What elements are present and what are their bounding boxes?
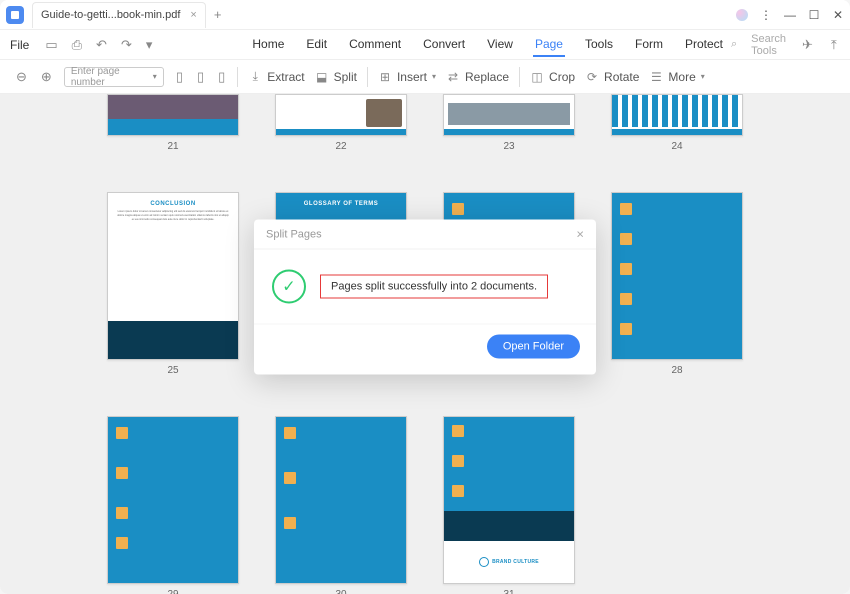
page-box-icon-3[interactable]: ▯ <box>216 67 227 87</box>
thumb-title: CONCLUSION <box>108 193 238 210</box>
tab-view[interactable]: View <box>485 33 515 57</box>
tab-title: Guide-to-getti...book-min.pdf <box>41 9 180 21</box>
replace-button[interactable]: ⇄Replace <box>446 70 509 84</box>
insert-button[interactable]: ⊞Insert▾ <box>378 70 436 84</box>
page-number: 29 <box>107 589 239 594</box>
send-icon[interactable]: ✈ <box>800 35 815 55</box>
chevron-down-icon: ▾ <box>153 72 157 81</box>
page-number-input[interactable]: Enter page number ▾ <box>64 67 164 87</box>
page-thumbnail[interactable] <box>107 94 239 136</box>
tab-form[interactable]: Form <box>633 33 665 57</box>
divider <box>367 67 368 87</box>
tab-convert[interactable]: Convert <box>421 33 467 57</box>
thumb-title: GLOSSARY OF TERMS <box>276 193 406 211</box>
page-thumbnail[interactable] <box>443 94 575 136</box>
split-icon: ⬓ <box>315 70 329 84</box>
page-placeholder: Enter page number <box>71 66 153 88</box>
extract-button[interactable]: ⤓Extract <box>248 70 304 84</box>
dialog-header: Split Pages × <box>254 220 596 250</box>
insert-icon: ⊞ <box>378 70 392 84</box>
close-dialog-icon[interactable]: × <box>576 227 584 242</box>
print-icon[interactable]: ⎙ <box>70 35 84 55</box>
undo-icon[interactable]: ↶ <box>94 35 109 55</box>
open-folder-button[interactable]: Open Folder <box>487 335 580 359</box>
page-number: 30 <box>275 589 407 594</box>
crop-icon: ◫ <box>530 70 544 84</box>
success-message: Pages split successfully into 2 document… <box>320 275 548 299</box>
page-thumbnail[interactable] <box>107 416 239 584</box>
extract-icon: ⤓ <box>248 70 262 84</box>
maximize-icon[interactable]: ☐ <box>808 9 820 21</box>
page-number: 31 <box>443 589 575 594</box>
titlebar: Guide-to-getti...book-min.pdf × + ⋮ — ☐ … <box>0 0 850 30</box>
more-button[interactable]: ☰More▾ <box>649 70 704 84</box>
divider <box>237 67 238 87</box>
tab-protect[interactable]: Protect <box>683 33 725 57</box>
rotate-icon: ⟳ <box>585 70 599 84</box>
replace-icon: ⇄ <box>446 70 460 84</box>
zoom-in-icon[interactable]: ⊕ <box>39 67 54 87</box>
tab-comment[interactable]: Comment <box>347 33 403 57</box>
page-number: 24 <box>611 141 743 152</box>
page-thumbnail[interactable] <box>611 94 743 136</box>
page-number: 23 <box>443 141 575 152</box>
page-number: 25 <box>107 365 239 376</box>
dropdown-icon[interactable]: ▾ <box>144 35 155 55</box>
tab-home[interactable]: Home <box>250 33 286 57</box>
page-thumbnail[interactable] <box>611 192 743 360</box>
avatar[interactable] <box>736 9 748 21</box>
menubar: File ▭ ⎙ ↶ ↷ ▾ Home Edit Comment Convert… <box>0 30 850 60</box>
crop-button[interactable]: ◫Crop <box>530 70 575 84</box>
search-icon: ⌕ <box>731 38 737 51</box>
app-logo <box>6 6 24 24</box>
page-thumbnail[interactable] <box>275 94 407 136</box>
file-menu[interactable]: File <box>10 38 29 52</box>
page-thumbnail[interactable]: CONCLUSIONLorem ipsum dolor sit amet con… <box>107 192 239 360</box>
page-box-icon-2[interactable]: ▯ <box>195 67 206 87</box>
minimize-icon[interactable]: — <box>784 9 796 21</box>
save-icon[interactable]: ▭ <box>43 35 59 55</box>
page-thumbnail[interactable] <box>275 416 407 584</box>
toolbar: ⊖ ⊕ Enter page number ▾ ▯ ▯ ▯ ⤓Extract ⬓… <box>0 60 850 94</box>
app-window: Guide-to-getti...book-min.pdf × + ⋮ — ☐ … <box>0 0 850 594</box>
page-number: 21 <box>107 141 239 152</box>
close-tab-icon[interactable]: × <box>190 9 196 21</box>
tab-tools[interactable]: Tools <box>583 33 615 57</box>
tab-page[interactable]: Page <box>533 33 565 57</box>
search-tools-label[interactable]: Search Tools <box>751 33 786 57</box>
divider <box>519 67 520 87</box>
brand-logo: BRAND CULTURE <box>479 557 539 567</box>
document-tab[interactable]: Guide-to-getti...book-min.pdf × <box>32 2 206 28</box>
zoom-out-icon[interactable]: ⊖ <box>14 67 29 87</box>
redo-icon[interactable]: ↷ <box>119 35 134 55</box>
page-box-icon-1[interactable]: ▯ <box>174 67 185 87</box>
tab-edit[interactable]: Edit <box>304 33 329 57</box>
page-number: 28 <box>611 365 743 376</box>
close-window-icon[interactable]: ✕ <box>832 9 844 21</box>
success-check-icon: ✓ <box>272 270 306 304</box>
page-thumbnail[interactable]: BRAND CULTURE <box>443 416 575 584</box>
more-icon: ☰ <box>649 70 663 84</box>
page-number: 22 <box>275 141 407 152</box>
add-tab-button[interactable]: + <box>214 7 222 22</box>
rotate-button[interactable]: ⟳Rotate <box>585 70 639 84</box>
dialog-title: Split Pages <box>266 228 322 240</box>
split-button[interactable]: ⬓Split <box>315 70 357 84</box>
kebab-icon[interactable]: ⋮ <box>760 9 772 21</box>
split-pages-dialog: Split Pages × ✓ Pages split successfully… <box>254 220 596 375</box>
cloud-icon[interactable]: ⤒ <box>829 35 839 55</box>
